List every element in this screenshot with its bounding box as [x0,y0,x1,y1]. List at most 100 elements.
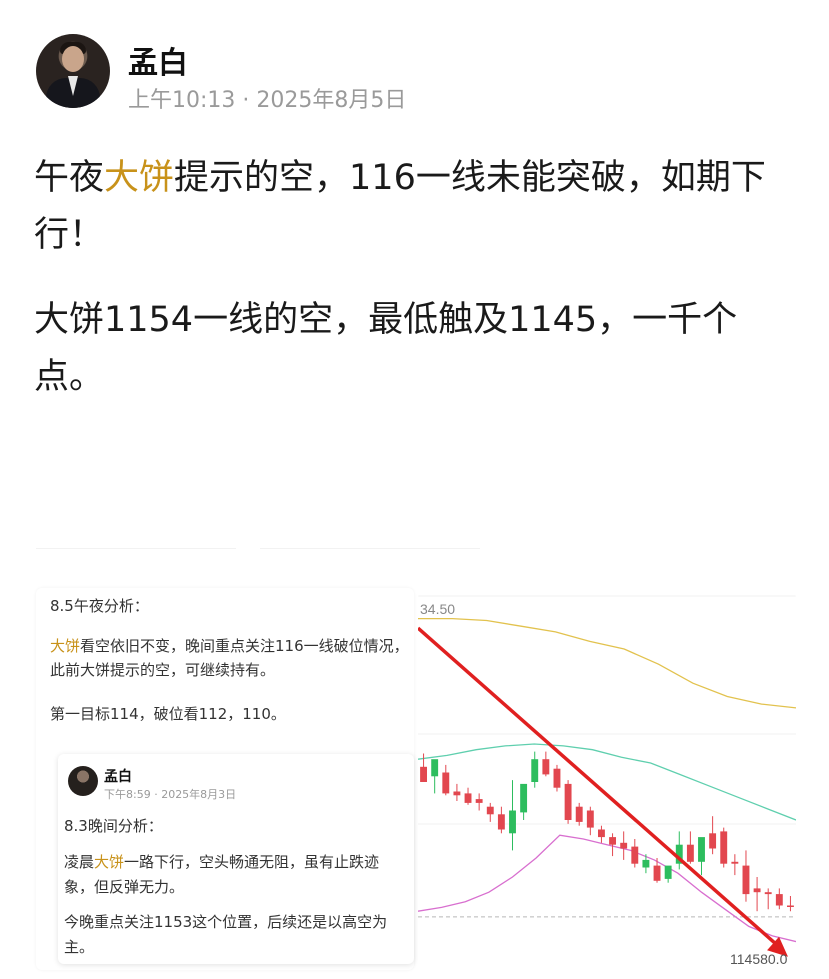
candle [653,858,661,883]
faint-divider [260,548,480,549]
card-paragraph-2: 第一目标114，破位看112，110。 [50,705,286,723]
candle-body [653,865,661,881]
card-paragraph-1: 大饼看空依旧不变，晚间重点关注116一线破位情况，此前大饼提示的空，可继续持有。 [50,634,410,682]
candle [575,802,583,826]
candle-body [486,806,494,815]
candle [709,816,717,855]
candle [564,780,572,824]
post-paragraph-1: 午夜大饼提示的空，116一线未能突破，如期下行！ [34,150,794,264]
candle-body [575,806,583,822]
author-avatar[interactable] [36,34,110,108]
candle-body [564,783,572,820]
candle [698,837,705,876]
candle-body [742,865,750,895]
quoted-p1-pre: 凌晨 [64,853,95,871]
candle [609,833,617,857]
quoted-title: 8.3晚间分析： [64,817,163,835]
candle-body [620,842,628,849]
card-title: 8.5午夜分析： [50,597,149,615]
candle [764,888,772,910]
trend-arrow [418,626,788,957]
candle-body [642,859,650,868]
chart-top-label: 34.50 [420,601,455,617]
candle-body [597,829,605,838]
card-p1-rest: 看空依旧不变，晚间重点关注116一线破位情况，此前大饼提示的空，可继续持有。 [50,637,409,679]
avatar-face [62,46,84,72]
candle [620,831,628,860]
candle-body [509,810,516,834]
candle [453,783,461,801]
candle-body [531,759,539,782]
price-chart-svg: 34.50 114580.0 [418,595,796,967]
candle [431,759,439,794]
post-body: 午夜大饼提示的空，116一线未能突破，如期下行！ 大饼1154一线的空，最低触及… [34,150,794,434]
candle-body [731,861,739,864]
candle [464,787,472,805]
quoted-post-time: 下午8:59 · 2025年8月3日 [104,788,237,801]
candle [753,877,761,912]
candle-body [420,766,428,782]
quoted-post[interactable]: 孟白 下午8:59 · 2025年8月3日 8.3晚间分析： 凌晨大饼一路下行，… [58,754,414,964]
quoted-paragraph-2: 今晚重点关注1153这个位置，后续还是以高空为主。 [64,913,388,956]
candle-body [475,799,483,803]
candle [786,896,794,912]
quoted-author-avatar[interactable] [68,766,98,796]
quoted-p1-highlight[interactable]: 大饼 [94,853,124,871]
candle-body [431,759,439,777]
trend-arrow-shaft [418,626,780,948]
candle [631,839,639,868]
candle-body [786,905,794,907]
card-p1-highlight[interactable]: 大饼 [50,637,80,655]
candle-body [698,837,705,862]
quoted-paragraph-1: 凌晨大饼一路下行，空头畅通无阻，虽有止跌迹象，但反弹无力。 [64,850,404,900]
candle-body [631,846,639,864]
candle-body [553,768,561,788]
candle-body [686,844,694,862]
candle [686,831,694,864]
candle [664,865,672,883]
candle [586,806,594,836]
lower-band-line [418,834,796,943]
quoted-author-name[interactable]: 孟白 [104,766,132,786]
candle-body [775,894,783,906]
candle-body [497,814,505,830]
candle [720,827,728,868]
candle-body [520,783,528,813]
author-name[interactable]: 孟白 [128,38,188,82]
candle [775,888,783,910]
analysis-card: 8.5午夜分析： 大饼看空依旧不变，晚间重点关注116一线破位情况，此前大饼提示… [36,588,414,970]
candle [553,764,561,792]
candle-body [442,772,450,794]
candle-body [464,793,472,803]
candle [542,751,550,777]
candle [531,751,539,788]
post-p1-highlight[interactable]: 大饼 [104,158,174,198]
candle-body [453,791,461,796]
candle [475,793,483,811]
candle [497,806,505,834]
candle [509,780,516,851]
upper-band-line [418,617,796,709]
post-p1-pre: 午夜 [34,158,105,198]
candle-body [664,865,672,879]
candle [675,831,683,870]
candle [731,854,739,876]
candle-body [720,831,728,864]
price-chart: 34.50 114580.0 [418,592,796,972]
candle [742,850,750,902]
candle-body [586,810,594,828]
chart-price-label: 114580.0 [730,951,788,967]
candle [486,802,494,822]
candle-body [764,892,772,895]
candle-body [542,759,550,775]
candle [442,764,450,796]
candle-body [709,833,717,849]
candle [597,825,605,843]
post-paragraph-2: 大饼1154一线的空，最低触及1145，一千个点。 [34,300,738,397]
candle-body [753,888,761,893]
post-time: 上午10:13 · 2025年8月5日 [128,88,407,113]
middle-band-line [418,743,796,821]
candle [520,783,528,820]
candle-body [609,837,617,845]
faint-divider [36,548,236,549]
